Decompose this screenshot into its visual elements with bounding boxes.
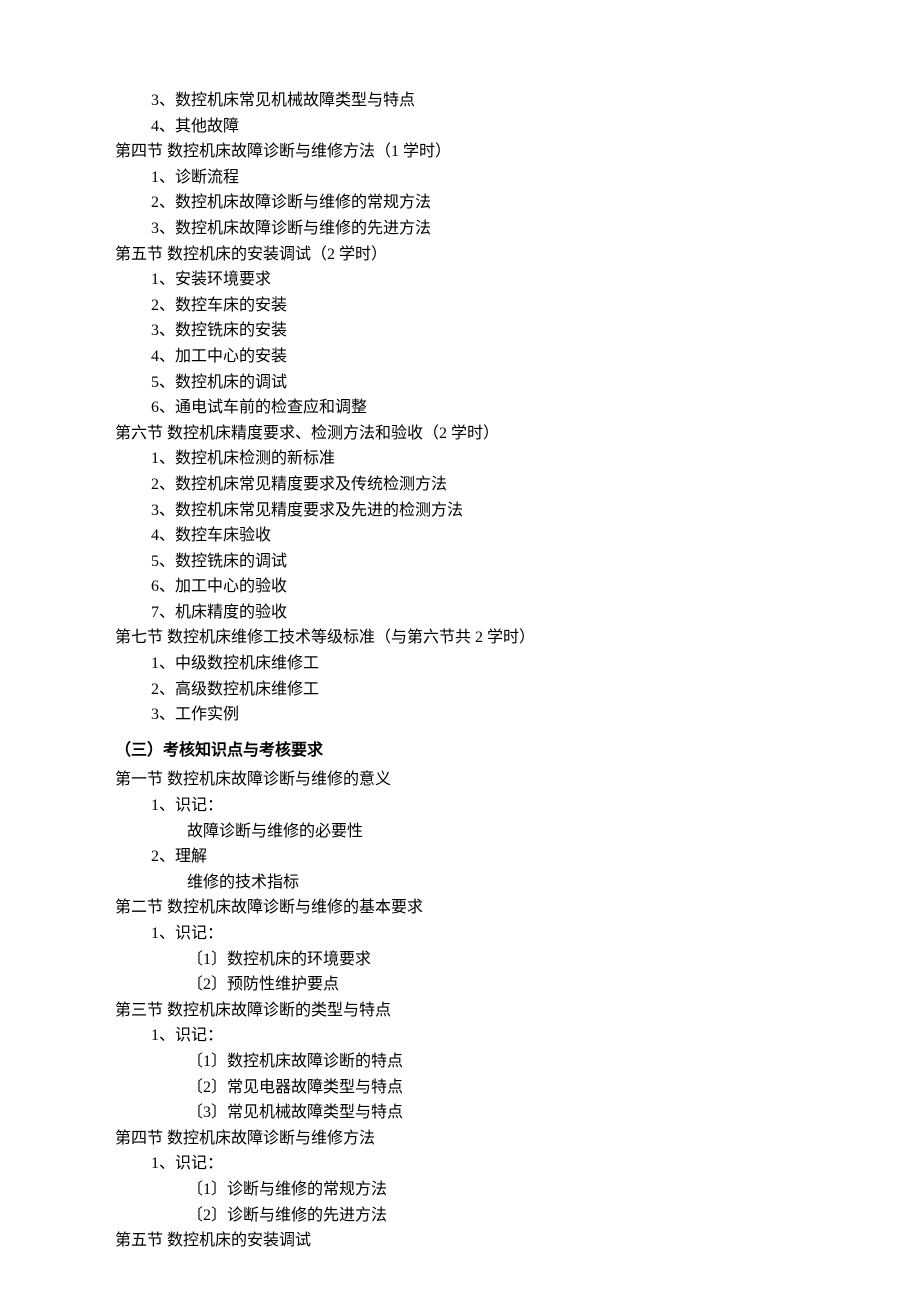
list-item: 4、加工中心的安装	[115, 344, 805, 370]
list-item: 6、通电试车前的检查应和调整	[115, 395, 805, 421]
sub-label: 2、理解	[115, 844, 805, 870]
list-item: 5、数控机床的调试	[115, 370, 805, 396]
sub-label: 1、识记：	[115, 1023, 805, 1049]
list-item: 1、诊断流程	[115, 165, 805, 191]
list-item: 4、其他故障	[115, 114, 805, 140]
list-item: 5、数控铣床的调试	[115, 549, 805, 575]
list-item: 4、数控车床验收	[115, 523, 805, 549]
list-item: 2、数控车床的安装	[115, 293, 805, 319]
section-title: 第五节 数控机床的安装调试	[115, 1228, 805, 1254]
list-item: 〔2〕诊断与维修的先进方法	[115, 1203, 805, 1229]
list-item: 故障诊断与维修的必要性	[115, 819, 805, 845]
sub-label: 1、识记：	[115, 793, 805, 819]
list-item: 1、中级数控机床维修工	[115, 651, 805, 677]
list-item: 〔1〕数控机床故障诊断的特点	[115, 1049, 805, 1075]
sub-label: 1、识记：	[115, 921, 805, 947]
list-item: 3、工作实例	[115, 702, 805, 728]
list-item: 〔1〕诊断与维修的常规方法	[115, 1177, 805, 1203]
list-item: 3、数控机床常见机械故障类型与特点	[115, 88, 805, 114]
list-item: 1、数控机床检测的新标准	[115, 446, 805, 472]
section-title: 第六节 数控机床精度要求、检测方法和验收（2 学时）	[115, 421, 805, 447]
list-item: 〔1〕数控机床的环境要求	[115, 947, 805, 973]
list-item: 2、数控机床故障诊断与维修的常规方法	[115, 190, 805, 216]
section-title: 第五节 数控机床的安装调试（2 学时）	[115, 242, 805, 268]
heading-assessment: （三）考核知识点与考核要求	[115, 738, 805, 764]
list-item: 7、机床精度的验收	[115, 600, 805, 626]
list-item: 〔2〕常见电器故障类型与特点	[115, 1075, 805, 1101]
section-title: 第二节 数控机床故障诊断与维修的基本要求	[115, 895, 805, 921]
sub-label: 1、识记：	[115, 1151, 805, 1177]
section-title: 第一节 数控机床故障诊断与维修的意义	[115, 767, 805, 793]
section-title: 第四节 数控机床故障诊断与维修方法（1 学时）	[115, 139, 805, 165]
section-title: 第四节 数控机床故障诊断与维修方法	[115, 1126, 805, 1152]
list-item: 2、高级数控机床维修工	[115, 677, 805, 703]
section-title: 第七节 数控机床维修工技术等级标准（与第六节共 2 学时）	[115, 625, 805, 651]
list-item: 〔3〕常见机械故障类型与特点	[115, 1100, 805, 1126]
list-item: 3、数控铣床的安装	[115, 318, 805, 344]
list-item: 3、数控机床常见精度要求及先进的检测方法	[115, 498, 805, 524]
list-item: 3、数控机床故障诊断与维修的先进方法	[115, 216, 805, 242]
list-item: 维修的技术指标	[115, 870, 805, 896]
list-item: 〔2〕预防性维护要点	[115, 972, 805, 998]
list-item: 6、加工中心的验收	[115, 574, 805, 600]
section-title: 第三节 数控机床故障诊断的类型与特点	[115, 998, 805, 1024]
list-item: 2、数控机床常见精度要求及传统检测方法	[115, 472, 805, 498]
list-item: 1、安装环境要求	[115, 267, 805, 293]
